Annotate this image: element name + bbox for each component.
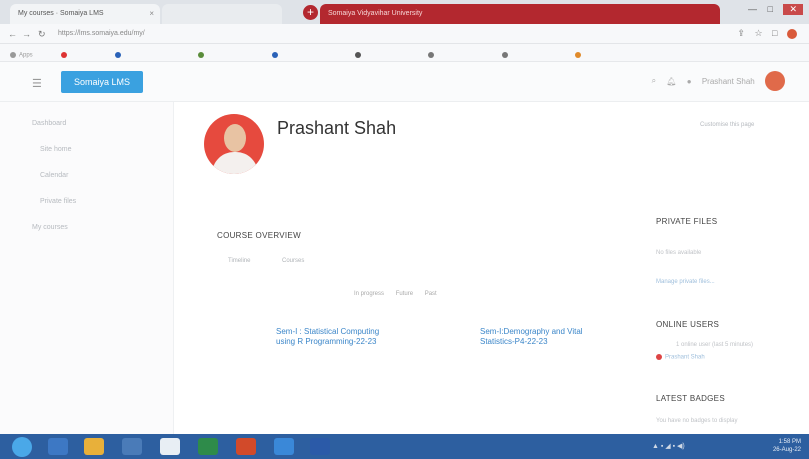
sidebar-item-calendar[interactable]: Calendar <box>40 172 68 179</box>
bookmark-item[interactable] <box>114 52 124 59</box>
system-tray: ▲ ▪ ◢ ▪ ◀) <box>652 443 685 450</box>
extensions-icon[interactable]: □ <box>772 28 777 38</box>
window-controls: — □ ✕ <box>740 4 803 15</box>
private-files-text: No files available <box>656 250 702 256</box>
course-filters: In progress Future Past <box>354 291 447 297</box>
sidebar-item-my-courses[interactable]: My courses <box>32 224 68 231</box>
latest-badges-text: You have no badges to display <box>656 418 738 424</box>
excel-icon[interactable] <box>198 438 218 455</box>
sidebar-item-dashboard[interactable]: Dashboard <box>32 120 66 127</box>
filter-in-progress[interactable]: In progress <box>354 291 384 297</box>
tab-title: Somaiya Vidyavihar University <box>328 10 423 17</box>
user-avatar-icon <box>656 354 662 360</box>
lms-header: ☰ Somaiya LMS ⌕ 🔔︎ ● Prashant Shah <box>0 62 809 102</box>
address-bar-row: ← → ↻ https://lms.somaiya.edu/my/ ⇪ ☆ □ <box>0 24 809 44</box>
bookmark-item[interactable] <box>428 52 437 59</box>
page-title: Prashant Shah <box>277 118 397 138</box>
tab-title: My courses · Somaiya LMS <box>18 10 104 17</box>
bookmark-star-icon[interactable]: ☆ <box>754 28 762 38</box>
bookmark-favicon-icon <box>114 52 121 59</box>
maximize-button[interactable]: □ <box>768 4 773 14</box>
user-menu-name[interactable]: Prashant Shah <box>702 77 755 86</box>
manage-files-link[interactable]: Manage private files... <box>656 279 715 285</box>
minimize-button[interactable]: — <box>748 4 757 14</box>
bookmarks-bar: Apps <box>0 44 809 62</box>
browser-tab-3[interactable]: Somaiya Vidyavihar University <box>320 4 720 24</box>
header-actions: ⌕ 🔔︎ ● Prashant Shah <box>644 71 785 91</box>
notification-bell-icon[interactable]: 🔔︎ <box>666 77 676 86</box>
sidebar-item-private-files[interactable]: Private files <box>40 198 76 205</box>
bookmark-item[interactable] <box>271 52 281 59</box>
bookmark-favicon-icon <box>61 52 68 59</box>
chrome-icon[interactable] <box>160 438 180 455</box>
course-link[interactable]: Sem-I : Statistical Computing using R Pr… <box>276 327 386 347</box>
folder-icon[interactable] <box>84 438 104 455</box>
tab-timeline[interactable]: Timeline <box>228 258 250 264</box>
latest-badges-title: LATEST BADGES <box>656 394 725 403</box>
share-icon[interactable]: ⇪ <box>737 28 745 38</box>
private-files-title: PRIVATE FILES <box>656 217 718 226</box>
menu-hamburger-icon[interactable]: ☰ <box>32 77 42 90</box>
avatar-shirt <box>212 152 258 174</box>
user-avatar-icon[interactable] <box>765 71 785 91</box>
bookmark-item[interactable] <box>198 52 207 59</box>
online-users-title: ONLINE USERS <box>656 320 720 329</box>
new-tab-button[interactable]: + <box>303 5 318 20</box>
powerpoint-icon[interactable] <box>236 438 256 455</box>
customise-page-button[interactable]: Customise this page <box>700 122 754 128</box>
bookmark-item[interactable]: Apps <box>10 52 33 59</box>
bookmark-item[interactable] <box>575 52 584 59</box>
taskbar-app-icon[interactable] <box>122 438 142 455</box>
profile-avatar <box>204 114 264 174</box>
bookmark-item[interactable] <box>501 52 511 59</box>
course-overview-title: COURSE OVERVIEW <box>217 231 301 240</box>
browser-tab-2[interactable] <box>162 4 282 24</box>
browser-tab-bar: My courses · Somaiya LMS × + Somaiya Vid… <box>0 0 809 24</box>
close-tab-icon[interactable]: × <box>149 9 154 18</box>
bookmark-favicon-icon <box>501 52 508 59</box>
bookmark-favicon-icon <box>271 52 278 59</box>
word-icon[interactable] <box>310 438 330 455</box>
zoom-icon[interactable] <box>274 438 294 455</box>
clock[interactable]: 1:58 PM 26-Aug-22 <box>773 438 801 454</box>
bookmark-favicon-icon <box>428 52 435 59</box>
online-user-item[interactable]: Prashant Shah <box>656 354 705 361</box>
search-icon[interactable]: ⌕ <box>652 76 656 85</box>
brand-logo-button[interactable]: Somaiya LMS <box>61 71 143 93</box>
bookmark-item[interactable] <box>354 52 364 59</box>
filter-future[interactable]: Future <box>396 291 413 297</box>
apps-icon <box>10 52 16 59</box>
forward-icon[interactable]: → <box>22 29 31 39</box>
nav-drawer: Dashboard Site home Calendar Private fil… <box>0 102 174 434</box>
bookmark-item[interactable] <box>61 52 70 59</box>
bookmark-favicon-icon <box>354 52 361 59</box>
url-field[interactable]: https://lms.somaiya.edu/my/ <box>58 30 145 37</box>
avatar-face <box>224 124 246 152</box>
reload-icon[interactable]: ↻ <box>38 29 46 40</box>
tab-courses[interactable]: Courses <box>282 258 304 264</box>
close-window-button[interactable]: ✕ <box>783 4 803 15</box>
browser-profile-icon[interactable] <box>787 28 797 39</box>
sidebar-item-site-home[interactable]: Site home <box>40 146 72 153</box>
messages-icon[interactable]: ● <box>687 77 692 86</box>
ie-icon[interactable] <box>48 438 68 455</box>
windows-taskbar: ▲ ▪ ◢ ▪ ◀) 1:58 PM 26-Aug-22 <box>0 434 809 459</box>
filter-past[interactable]: Past <box>425 291 437 297</box>
back-icon[interactable]: ← <box>8 29 17 39</box>
bookmark-favicon-icon <box>198 52 205 59</box>
browser-tab-1[interactable]: My courses · Somaiya LMS × <box>10 4 160 24</box>
bookmark-favicon-icon <box>575 52 582 59</box>
online-users-text: 1 online user (last 5 minutes) <box>676 342 754 348</box>
course-link[interactable]: Sem-I:Demography and Vital Statistics-P4… <box>480 327 600 347</box>
start-button-icon[interactable] <box>12 437 32 457</box>
browser-actions: ⇪ ☆ □ <box>730 28 797 39</box>
